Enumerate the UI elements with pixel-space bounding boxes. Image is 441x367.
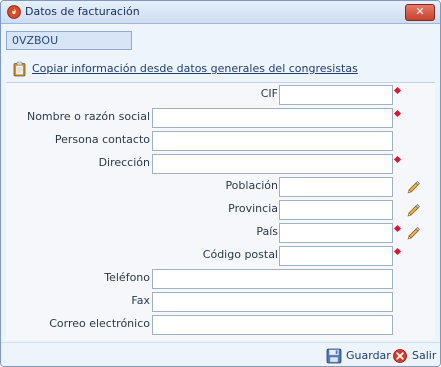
row-cif: CIF [6,85,435,105]
row-name: Nombre o razón social [6,108,435,128]
contact-person-field[interactable] [152,131,393,151]
label-postal-code: Código postal [202,248,278,261]
label-cif: CIF [260,87,278,100]
email-field[interactable] [152,315,393,335]
row-city: Población [6,177,435,197]
fax-field[interactable] [152,292,393,312]
required-marker [393,155,402,164]
pencil-icon[interactable] [406,202,422,218]
label-fax: Fax [131,294,150,307]
label-address: Dirección [98,156,150,169]
business-name-field[interactable] [152,108,393,128]
registration-code: 0VZBOU [12,34,59,47]
window-title: Datos de facturación [25,5,140,18]
label-contact-person: Persona contacto [54,133,150,146]
billing-window: Datos de facturación ✕ 0VZBOU Copiar inf… [0,0,441,367]
row-contact: Persona contacto [6,131,435,151]
label-business-name: Nombre o razón social [26,110,150,123]
floppy-disk-icon [326,348,342,364]
footer: Guardar Salir [1,342,440,366]
copy-link-label: Copiar información desde datos generales… [32,62,358,75]
exit-icon [393,349,407,363]
city-field[interactable] [279,177,393,197]
row-fax: Fax [6,292,435,312]
row-country: País [6,223,435,243]
province-field[interactable] [279,200,393,220]
clipboard-icon [13,61,26,77]
app-flame-icon [7,5,21,19]
row-province: Provincia [6,200,435,220]
registration-code-box: 0VZBOU [6,31,132,50]
exit-label: Salir [412,349,437,362]
label-country: País [256,225,278,238]
pencil-icon[interactable] [406,179,422,195]
save-label: Guardar [346,349,391,362]
postal-code-field[interactable] [279,246,393,266]
cif-field[interactable] [279,85,393,105]
row-phone: Teléfono [6,269,435,289]
form-panel: CIF Nombre o razón social Persona contac… [6,83,435,340]
phone-field[interactable] [152,269,393,289]
close-button[interactable]: ✕ [405,4,435,21]
row-address: Dirección [6,154,435,174]
country-field[interactable] [279,223,393,243]
address-field[interactable] [152,154,393,174]
required-marker [393,109,402,118]
label-email: Correo electrónico [49,317,150,330]
required-marker [393,247,402,256]
row-email: Correo electrónico [6,315,435,335]
required-marker [393,224,402,233]
pencil-icon[interactable] [406,225,422,241]
row-postal-code: Código postal [6,246,435,266]
label-province: Provincia [228,202,278,215]
label-city: Población [225,179,278,192]
required-marker [393,86,402,95]
title-bar: Datos de facturación ✕ [1,1,440,24]
label-phone: Teléfono [104,271,150,284]
